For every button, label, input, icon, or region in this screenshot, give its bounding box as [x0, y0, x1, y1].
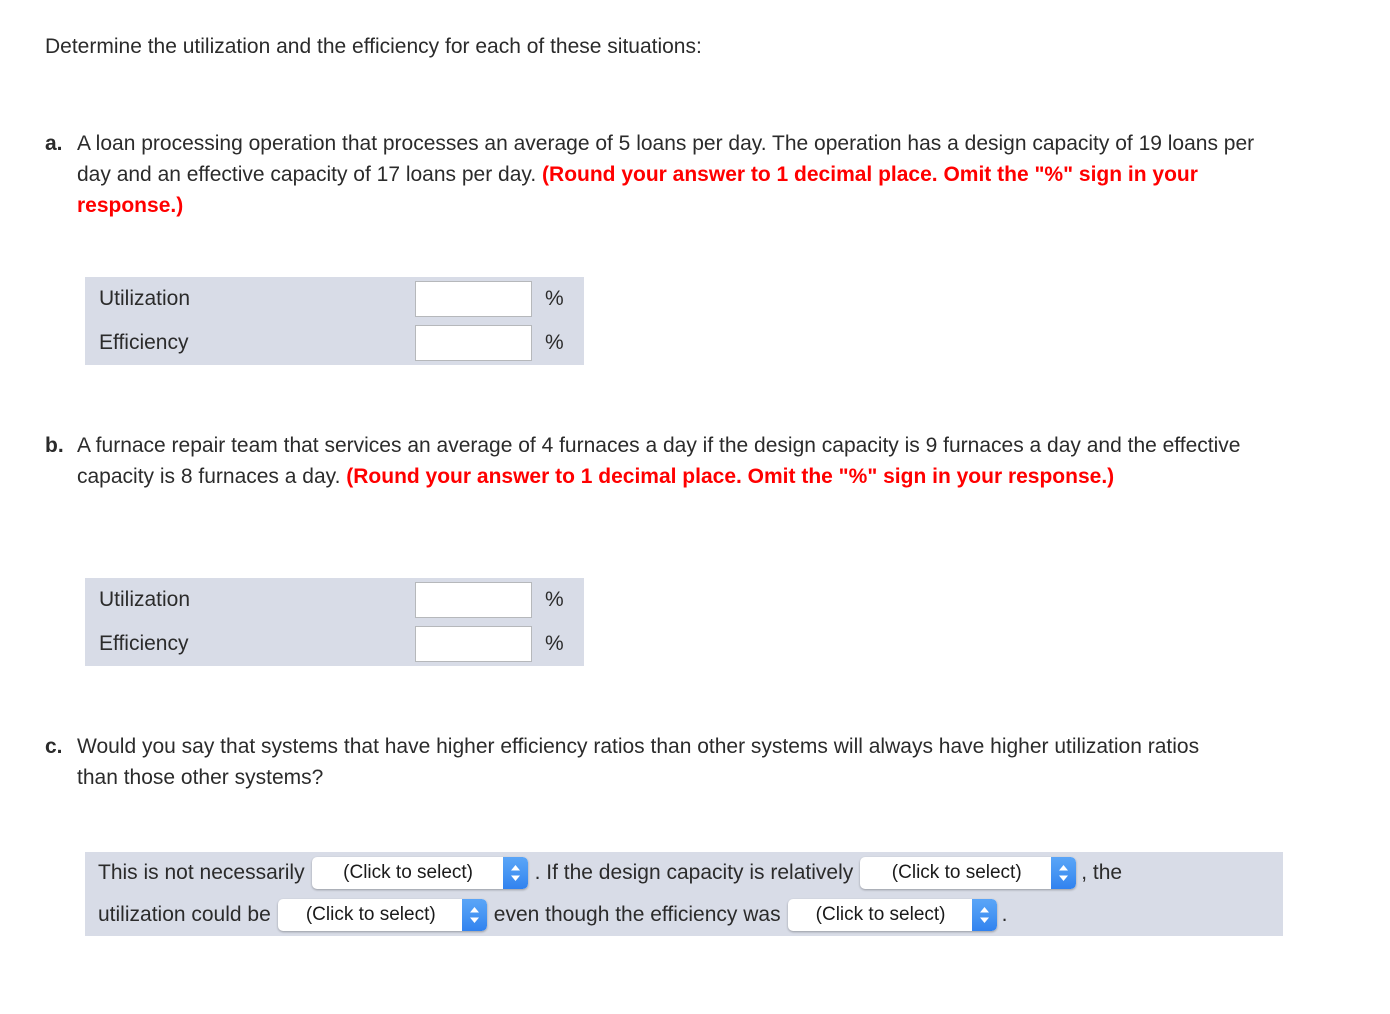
row-label-utilization-a: Utilization — [99, 287, 191, 310]
question-marker-a: a. — [45, 132, 63, 155]
select-design-capacity[interactable]: (Click to select) — [860, 857, 1077, 889]
efficiency-input-b[interactable] — [415, 626, 532, 662]
chevron-updown-icon[interactable] — [971, 899, 997, 931]
row-label-utilization-b: Utilization — [99, 588, 191, 611]
answer-table-a: Utilization % Efficiency % — [85, 277, 584, 365]
select-necessarily-value: (Click to select) — [343, 862, 473, 883]
chevron-updown-icon[interactable] — [1051, 857, 1077, 889]
question-body-a: A loan processing operation that process… — [77, 128, 1275, 221]
question-page: Determine the utilization and the effici… — [0, 0, 1390, 1014]
table-row: Efficiency % — [85, 622, 584, 666]
percent-sign-utilization-a: % — [545, 287, 564, 310]
select-utilization[interactable]: (Click to select) — [277, 899, 487, 931]
question-note-b: (Round your answer to 1 decimal place. O… — [346, 465, 1115, 488]
answer-table-b: Utilization % Efficiency % — [85, 578, 584, 666]
select-utilization-value: (Click to select) — [305, 904, 436, 925]
select-design-capacity-value: (Click to select) — [891, 862, 1022, 883]
table-row: Utilization % — [85, 578, 584, 622]
question-text-c: Would you say that systems that have hig… — [77, 735, 1200, 789]
statement-answer-panel: This is not necessarily (Click to select… — [85, 852, 1283, 936]
select-efficiency[interactable]: (Click to select) — [787, 899, 997, 931]
question-marker-b: b. — [45, 434, 64, 457]
statement-line-2: utilization could be (Click to select) e… — [85, 894, 1283, 936]
statement-line-1: This is not necessarily (Click to select… — [85, 852, 1283, 894]
question-item-a: a. A loan processing operation that proc… — [45, 128, 1275, 221]
row-label-efficiency-a: Efficiency — [99, 331, 189, 354]
question-marker-c: c. — [45, 735, 63, 758]
question-body-c: Would you say that systems that have hig… — [77, 731, 1235, 793]
row-label-efficiency-b: Efficiency — [99, 632, 189, 655]
percent-sign-efficiency-b: % — [545, 632, 564, 655]
utilization-input-a[interactable] — [415, 281, 532, 317]
chevron-updown-icon[interactable] — [502, 857, 528, 889]
page-title: Determine the utilization and the effici… — [45, 35, 702, 58]
statement-line1-lead: This is not necessarily — [98, 861, 305, 884]
statement-line1-tail: , the — [1081, 861, 1123, 884]
chevron-updown-icon[interactable] — [461, 899, 487, 931]
percent-sign-efficiency-a: % — [545, 331, 564, 354]
table-row: Efficiency % — [85, 321, 584, 365]
question-item-b: b. A furnace repair team that services a… — [45, 430, 1290, 492]
statement-line2-lead: utilization could be — [98, 903, 271, 926]
question-item-c: c. Would you say that systems that have … — [45, 731, 1235, 793]
table-row: Utilization % — [85, 277, 584, 321]
select-necessarily[interactable]: (Click to select) — [311, 857, 528, 889]
question-body-b: A furnace repair team that services an a… — [77, 430, 1290, 492]
statement-line1-mid: . If the design capacity is relatively — [534, 861, 854, 884]
percent-sign-utilization-b: % — [545, 588, 564, 611]
statement-line2-tail: . — [1001, 903, 1008, 926]
utilization-input-b[interactable] — [415, 582, 532, 618]
select-efficiency-value: (Click to select) — [815, 904, 946, 925]
statement-line2-mid: even though the efficiency was — [493, 903, 781, 926]
efficiency-input-a[interactable] — [415, 325, 532, 361]
